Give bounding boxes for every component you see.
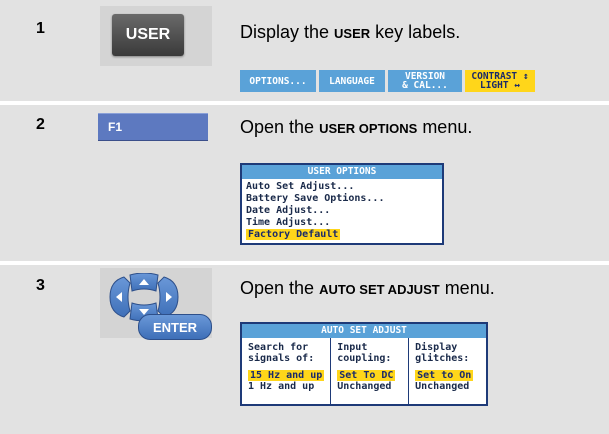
menu-item-battery-save[interactable]: Battery Save Options... [242, 193, 442, 205]
menu-item-factory-default[interactable]: Factory Default [242, 229, 442, 241]
option-glitches-unchanged[interactable]: Unchanged [415, 381, 480, 392]
softkey-version-cal[interactable]: VERSION & CAL... [388, 70, 462, 92]
menu-title: AUTO SET ADJUST [242, 324, 486, 338]
step-1-title: Display the USER key labels. [240, 22, 461, 42]
menu-title: USER OPTIONS [242, 165, 442, 179]
softkey-options[interactable]: OPTIONS... [240, 70, 316, 92]
step-number: 2 [36, 116, 45, 133]
up-arrow-key[interactable] [129, 273, 159, 292]
left-arrow-key[interactable] [109, 276, 131, 318]
column-header: Input coupling: [337, 342, 392, 364]
enter-key-button[interactable]: ENTER [138, 314, 212, 340]
step-2-title: Open the USER OPTIONS menu. [240, 117, 473, 137]
column-header: Search for signals of: [248, 342, 315, 364]
menu-item-time-adjust[interactable]: Time Adjust... [242, 217, 442, 229]
auto-set-adjust-menu: AUTO SET ADJUST Search for signals of: 1… [240, 322, 488, 406]
softkey-language[interactable]: LANGUAGE [319, 70, 385, 92]
search-signals-column: Search for signals of: 15 Hz and up 1 Hz… [242, 338, 332, 404]
display-glitches-column: Display glitches: Set to On Unchanged [409, 338, 486, 404]
option-coupling-unchanged[interactable]: Unchanged [337, 381, 402, 392]
input-coupling-column: Input coupling: Set To DC Unchanged [331, 338, 410, 404]
step-number: 1 [36, 20, 45, 37]
user-key-button[interactable]: USER [112, 14, 184, 56]
option-set-to-on[interactable]: Set to On [415, 370, 480, 381]
step-3-title: Open the AUTO SET ADJUST menu. [240, 278, 495, 298]
softkey-contrast-light[interactable]: CONTRAST ↕ LIGHT ↔ [465, 70, 535, 92]
option-15hz-and-up[interactable]: 15 Hz and up [248, 370, 325, 381]
menu-item-date-adjust[interactable]: Date Adjust... [242, 205, 442, 217]
user-options-menu: USER OPTIONS Auto Set Adjust... Battery … [240, 163, 444, 245]
menu-item-auto-set-adjust[interactable]: Auto Set Adjust... [242, 181, 442, 193]
option-1hz-and-up[interactable]: 1 Hz and up [248, 381, 324, 392]
option-set-to-dc[interactable]: Set To DC [337, 370, 402, 381]
column-header: Display glitches: [415, 342, 470, 364]
softkey-bar: OPTIONS... LANGUAGE VERSION & CAL... CON… [240, 70, 535, 92]
step-number: 3 [36, 277, 45, 294]
right-arrow-key[interactable] [157, 276, 179, 318]
f1-key-button[interactable]: F1 [98, 113, 208, 141]
